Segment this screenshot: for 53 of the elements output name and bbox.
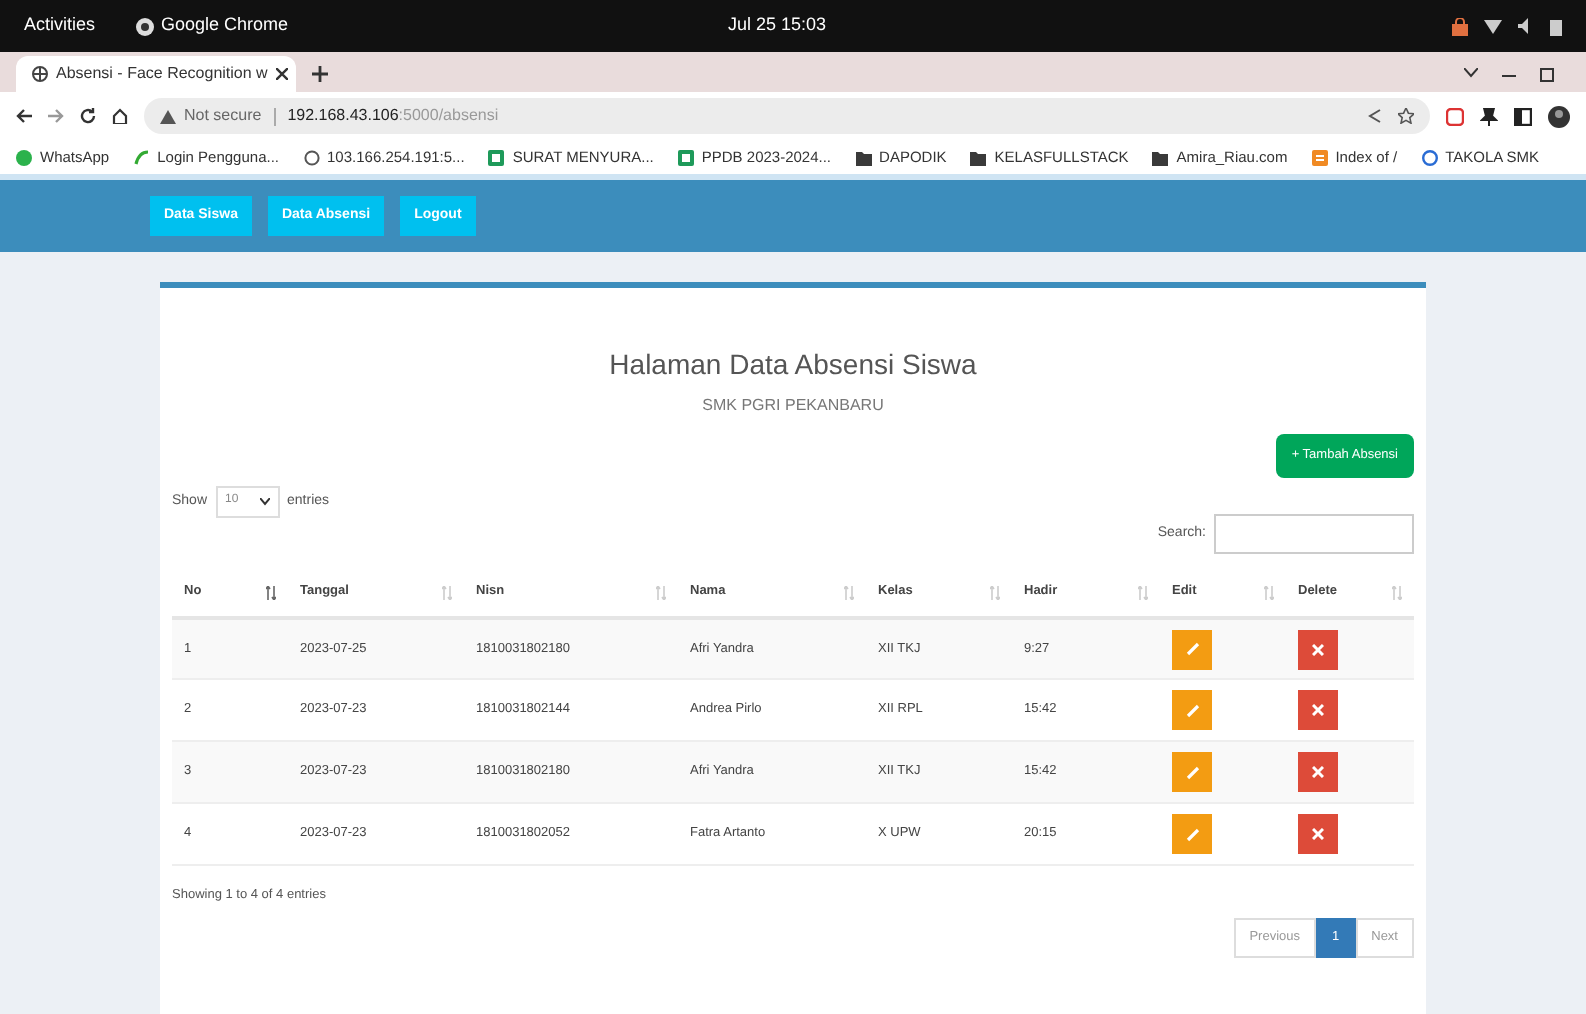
delete-button[interactable] bbox=[1298, 690, 1338, 731]
reload-icon[interactable] bbox=[80, 108, 96, 124]
plus-icon[interactable] bbox=[312, 66, 328, 82]
battery-icon bbox=[1550, 17, 1562, 35]
tab-title: Absensi - Face Recognition w bbox=[56, 62, 268, 86]
volume-icon bbox=[1518, 18, 1534, 34]
pin-icon[interactable] bbox=[1480, 107, 1498, 125]
lock-icon bbox=[1452, 17, 1468, 35]
close-icon bbox=[1312, 766, 1324, 779]
sheet-icon bbox=[677, 149, 694, 165]
address-bar[interactable]: Not secure 192.168.43.106:5000/absensi bbox=[144, 98, 1430, 134]
document-icon bbox=[1311, 149, 1328, 165]
browser-tab[interactable]: Absensi - Face Recognition w bbox=[16, 56, 296, 92]
caret-icon bbox=[259, 497, 270, 506]
sort-icon[interactable] bbox=[266, 585, 276, 600]
back-icon[interactable] bbox=[16, 108, 32, 124]
close-icon bbox=[1312, 704, 1324, 717]
page-title: Halaman Data Absensi Siswa bbox=[607, 346, 979, 384]
edit-button[interactable] bbox=[1172, 752, 1212, 793]
pencil-icon bbox=[1185, 827, 1199, 842]
forward-icon[interactable] bbox=[48, 108, 64, 124]
pencil-icon bbox=[1185, 642, 1199, 656]
security-label: Not secure bbox=[184, 104, 262, 128]
extension-icon[interactable] bbox=[1446, 107, 1464, 125]
search-field[interactable] bbox=[1214, 513, 1414, 554]
url-text: 192.168.43.106:5000/absensi bbox=[287, 104, 499, 128]
delete-button[interactable] bbox=[1298, 752, 1338, 793]
sidebar-icon[interactable] bbox=[1514, 107, 1532, 125]
share-icon[interactable] bbox=[1368, 108, 1382, 124]
star-icon[interactable] bbox=[1398, 108, 1414, 124]
pencil-icon bbox=[1185, 703, 1199, 718]
folder-icon bbox=[855, 149, 872, 165]
edit-button[interactable] bbox=[1172, 814, 1212, 855]
close-icon[interactable] bbox=[275, 68, 288, 80]
folder-icon bbox=[970, 149, 987, 165]
pencil-icon bbox=[1185, 765, 1199, 780]
warning-icon bbox=[160, 109, 176, 123]
close-icon bbox=[1312, 643, 1324, 655]
clock[interactable]: Jul 25 15:03 bbox=[728, 12, 827, 40]
restore-icon[interactable] bbox=[1540, 68, 1554, 82]
home-icon[interactable] bbox=[112, 108, 128, 124]
page-subtitle: SMK PGRI PEKANBARU bbox=[700, 394, 886, 418]
app-name[interactable]: Google Chrome bbox=[161, 12, 289, 40]
edit-button[interactable] bbox=[1172, 690, 1212, 731]
edit-button[interactable] bbox=[1172, 629, 1212, 669]
activities-button[interactable]: Activities bbox=[24, 12, 96, 40]
delete-button[interactable] bbox=[1298, 629, 1338, 669]
folder-icon bbox=[1152, 149, 1169, 165]
sheet-icon bbox=[488, 149, 505, 165]
close-icon bbox=[1312, 828, 1324, 841]
avatar-icon[interactable] bbox=[1548, 105, 1570, 127]
chevron-down-icon[interactable] bbox=[1464, 68, 1478, 78]
delete-button[interactable] bbox=[1298, 814, 1338, 855]
